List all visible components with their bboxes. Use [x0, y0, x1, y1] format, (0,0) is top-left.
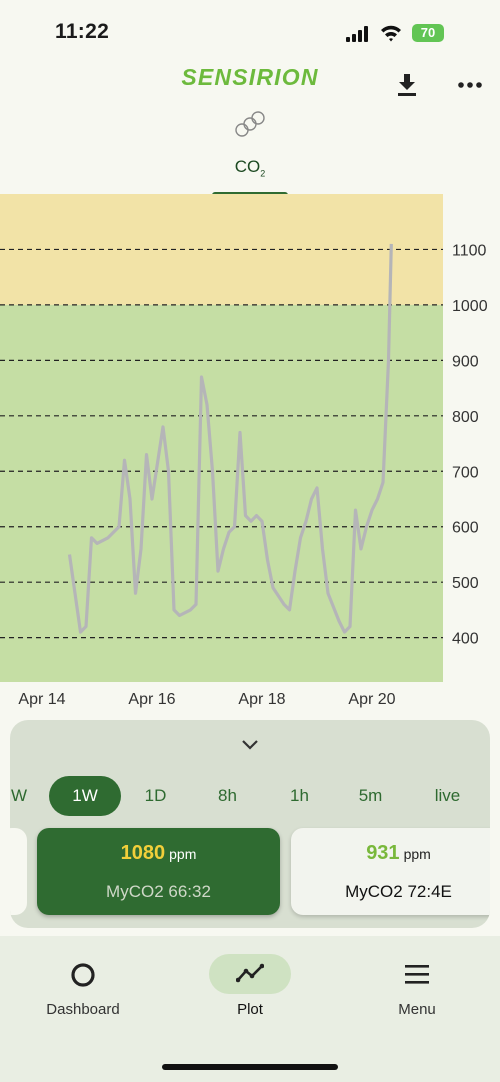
download-icon — [398, 74, 416, 96]
nav-active-pill — [209, 954, 291, 994]
co2-molecule-icon — [230, 108, 270, 142]
range-option-partial[interactable]: W — [10, 776, 34, 816]
signal-icon — [346, 26, 368, 42]
x-tick-label: Apr 18 — [238, 691, 285, 708]
co2-line-chart[interactable]: 400 500 600 700 800 900 1000 1100 Apr 14 Apr 16 Ap… — [0, 190, 500, 715]
brand-logo: SENSIRION — [181, 64, 319, 90]
bottom-navigation: Dashboard Plot Menu — [0, 936, 500, 1082]
home-indicator — [162, 1064, 338, 1070]
y-tick-label: 500 — [452, 575, 479, 592]
nav-label-plot: Plot — [237, 1001, 263, 1018]
wifi-icon — [381, 25, 401, 42]
device-name: MyCO2 72:4E — [345, 882, 452, 901]
device-card-partial[interactable] — [10, 828, 27, 915]
y-tick-label: 900 — [452, 353, 479, 370]
line-chart-icon — [236, 963, 264, 983]
chart-zone-1 — [0, 304, 443, 682]
range-option-1w[interactable]: 1W — [49, 776, 121, 816]
status-icons: 70 — [340, 0, 500, 64]
battery-level: 70 — [420, 25, 436, 40]
range-option-5m[interactable]: 5m — [343, 776, 398, 816]
status-time: 11:22 — [55, 20, 110, 43]
nav-item-menu[interactable]: Menu — [334, 936, 500, 1046]
x-tick-label: Apr 16 — [128, 691, 175, 708]
range-option-1h[interactable]: 1h — [272, 776, 327, 816]
device-name: MyCO2 66:32 — [106, 882, 211, 901]
more-dots-icon — [458, 82, 482, 88]
more-options-button[interactable] — [455, 70, 485, 100]
controls-panel: W 1W 1D 8h 1h 5m live 1080 ppm MyCO2 66:3… — [10, 720, 490, 928]
device-co2-unit: ppm — [169, 846, 197, 862]
nav-item-dashboard[interactable]: Dashboard — [0, 936, 166, 1046]
y-tick-label: 1100 — [452, 242, 487, 259]
device-co2-value: 931 — [366, 842, 400, 864]
hamburger-menu-icon — [405, 965, 429, 984]
device-card-selected[interactable]: 1080 ppm MyCO2 66:32 — [37, 828, 280, 915]
y-tick-label: 700 — [452, 464, 479, 481]
circle-icon — [71, 963, 95, 987]
tab-co2-label: CO2 — [234, 157, 266, 179]
chevron-down-icon[interactable] — [238, 732, 262, 756]
y-tick-label: 600 — [452, 520, 479, 537]
range-option-1d[interactable]: 1D — [128, 776, 183, 816]
device-card[interactable]: 931 ppm MyCO2 72:4E — [291, 828, 490, 915]
y-tick-label: 1000 — [452, 298, 488, 315]
y-tick-label: 800 — [452, 409, 479, 426]
range-option-8h[interactable]: 8h — [200, 776, 255, 816]
y-tick-label: 400 — [452, 631, 479, 648]
device-co2-value: 1080 — [120, 842, 166, 864]
x-tick-label: Apr 14 — [18, 691, 65, 708]
range-option-live[interactable]: live — [420, 776, 475, 816]
download-button[interactable] — [392, 70, 422, 100]
nav-label-menu: Menu — [398, 1001, 436, 1018]
nav-label-dashboard: Dashboard — [46, 1001, 120, 1018]
battery-icon: 70 — [412, 24, 444, 42]
x-tick-label: Apr 20 — [348, 691, 395, 708]
device-co2-unit: ppm — [403, 846, 431, 862]
nav-item-plot[interactable]: Plot — [167, 936, 333, 1046]
